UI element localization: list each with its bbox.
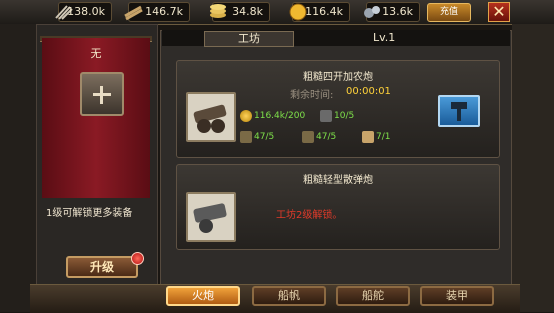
tab-cannon[interactable]: 火炮 xyxy=(166,286,240,306)
locked-message: 工坊2级解锁。 xyxy=(276,210,343,221)
resource-silver: 34.8k xyxy=(210,2,270,22)
resource-wood: 146.7k xyxy=(124,2,190,22)
resource-value: 116.4k xyxy=(305,5,343,18)
remaining-time-value: 00:00:01 xyxy=(346,86,391,97)
resource-value: 34.8k xyxy=(232,5,263,18)
tab-rudder[interactable]: 船舵 xyxy=(336,286,410,306)
cannon-icon[interactable] xyxy=(186,92,236,142)
cost-material: 47/5 xyxy=(316,132,337,142)
shotgun-cannon-icon[interactable] xyxy=(186,192,236,242)
resource-gold: 116.4k xyxy=(289,2,350,22)
gold-coin-icon xyxy=(240,110,252,122)
iron-material-icon xyxy=(240,131,252,143)
equipment-banner xyxy=(42,38,150,198)
resource-swords: 138.0k xyxy=(55,2,112,22)
remaining-time-label: 剩余时间: xyxy=(290,90,334,101)
scroll-material-icon xyxy=(362,131,374,143)
close-button[interactable]: ✕ xyxy=(488,2,510,22)
notification-dot-icon xyxy=(131,252,144,265)
page-title: 工坊 xyxy=(204,31,294,47)
resource-value: 146.7k xyxy=(145,5,183,18)
workshop-level: Lv.1 xyxy=(373,31,396,44)
tab-armor[interactable]: 装甲 xyxy=(420,286,494,306)
iron-ore-icon xyxy=(364,6,380,18)
wood-planks-icon xyxy=(124,5,143,21)
unlock-hint: 1级可解锁更多装备 xyxy=(46,208,133,219)
right-side-strip xyxy=(512,24,554,312)
banner-label: 无 xyxy=(90,47,102,60)
cost-material: 7/1 xyxy=(376,132,391,142)
tab-sail[interactable]: 船帆 xyxy=(252,286,326,306)
upgrade-button[interactable]: 升级 xyxy=(66,256,138,278)
item-name: 粗糙轻型散弹炮 xyxy=(303,175,373,186)
cost-material: 47/5 xyxy=(254,132,275,142)
plank-material-icon xyxy=(302,131,314,143)
recharge-button[interactable]: 充值 xyxy=(427,3,471,22)
cost-gold: 116.4k/200 xyxy=(254,111,306,121)
resource-value: 138.0k xyxy=(67,5,105,18)
resource-value: 13.6k xyxy=(382,5,413,18)
resource-iron: 13.6k xyxy=(364,2,420,22)
item-name: 粗糙四开加农炮 xyxy=(303,72,373,83)
hammer-icon xyxy=(451,102,467,121)
build-button[interactable] xyxy=(438,95,480,127)
add-equipment-button[interactable] xyxy=(80,72,124,116)
silver-ingot-icon xyxy=(210,4,226,18)
left-edge-decoration xyxy=(0,24,36,312)
cost-material: 10/5 xyxy=(334,111,355,121)
anchor-material-icon xyxy=(320,110,332,122)
